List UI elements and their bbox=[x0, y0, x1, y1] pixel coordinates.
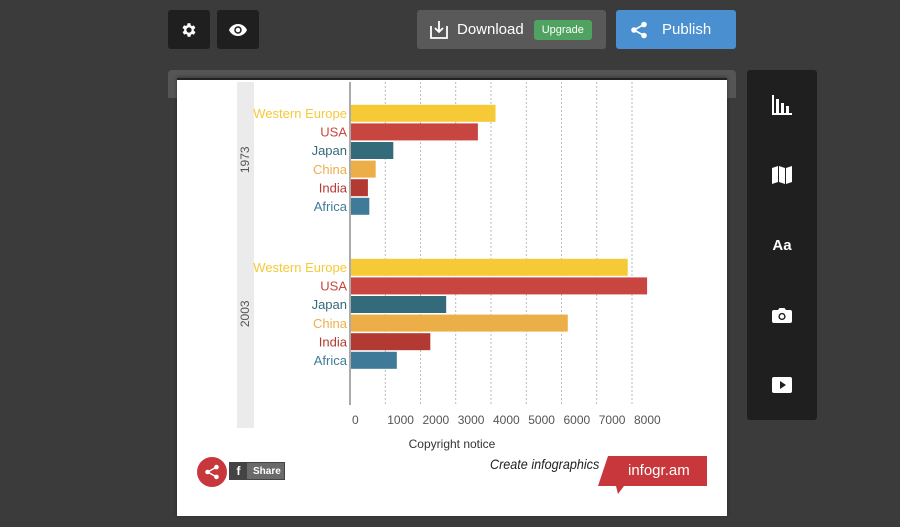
brand-logo-text[interactable]: infogr.am bbox=[628, 462, 690, 479]
x-axis-label: Copyright notice bbox=[409, 437, 496, 451]
map-icon bbox=[772, 166, 792, 184]
bar bbox=[351, 160, 376, 178]
facebook-icon: f bbox=[230, 463, 247, 479]
x-tick-label: 7000 bbox=[599, 413, 626, 427]
bar bbox=[351, 258, 628, 276]
bar bbox=[351, 123, 478, 141]
category-label: Africa bbox=[314, 199, 348, 214]
x-tick-label: 6000 bbox=[564, 413, 591, 427]
right-sidebar: Aa bbox=[747, 70, 817, 420]
sidebar-item-text[interactable]: Aa bbox=[747, 210, 817, 280]
bar bbox=[351, 179, 368, 197]
group-label: 1973 bbox=[238, 146, 252, 173]
bar bbox=[351, 314, 568, 332]
bar bbox=[351, 296, 447, 313]
category-label: Africa bbox=[314, 353, 348, 368]
share-label: Share bbox=[253, 465, 281, 477]
sidebar-item-image[interactable] bbox=[747, 280, 817, 350]
bar-chart-icon bbox=[772, 95, 792, 115]
x-tick-label: 1000 bbox=[387, 413, 414, 427]
x-tick-label: 4000 bbox=[493, 413, 520, 427]
category-label: USA bbox=[320, 125, 347, 140]
category-label: Japan bbox=[312, 143, 347, 158]
group-band bbox=[237, 82, 254, 428]
x-tick-label: 3000 bbox=[458, 413, 485, 427]
share-icon bbox=[205, 464, 219, 480]
x-tick-label: 8000 bbox=[634, 413, 661, 427]
category-label: USA bbox=[320, 279, 347, 294]
category-label: China bbox=[313, 316, 348, 331]
group-label: 2003 bbox=[238, 300, 252, 327]
share-circle-button[interactable] bbox=[197, 457, 227, 487]
category-label: Japan bbox=[312, 297, 347, 312]
x-tick-label: 2000 bbox=[423, 413, 450, 427]
x-tick-label: 0 bbox=[352, 413, 359, 427]
bar bbox=[351, 277, 648, 295]
bar bbox=[351, 351, 397, 369]
text-icon: Aa bbox=[772, 236, 792, 254]
camera-icon bbox=[772, 308, 792, 323]
bar bbox=[351, 197, 370, 215]
category-label: Western Europe bbox=[253, 260, 347, 275]
create-infographics-text[interactable]: Create infographics bbox=[490, 456, 599, 472]
facebook-share-button[interactable]: f Share bbox=[229, 462, 285, 480]
bar bbox=[351, 142, 394, 159]
bar bbox=[351, 104, 496, 122]
sidebar-item-map[interactable] bbox=[747, 140, 817, 210]
sidebar-item-chart[interactable] bbox=[747, 70, 817, 140]
category-label: India bbox=[319, 180, 348, 195]
x-tick-label: 5000 bbox=[528, 413, 555, 427]
category-label: China bbox=[313, 162, 348, 177]
category-label: Western Europe bbox=[253, 106, 347, 121]
category-label: India bbox=[319, 334, 348, 349]
sidebar-item-video[interactable] bbox=[747, 350, 817, 420]
bar bbox=[351, 333, 431, 351]
video-icon bbox=[772, 377, 792, 393]
